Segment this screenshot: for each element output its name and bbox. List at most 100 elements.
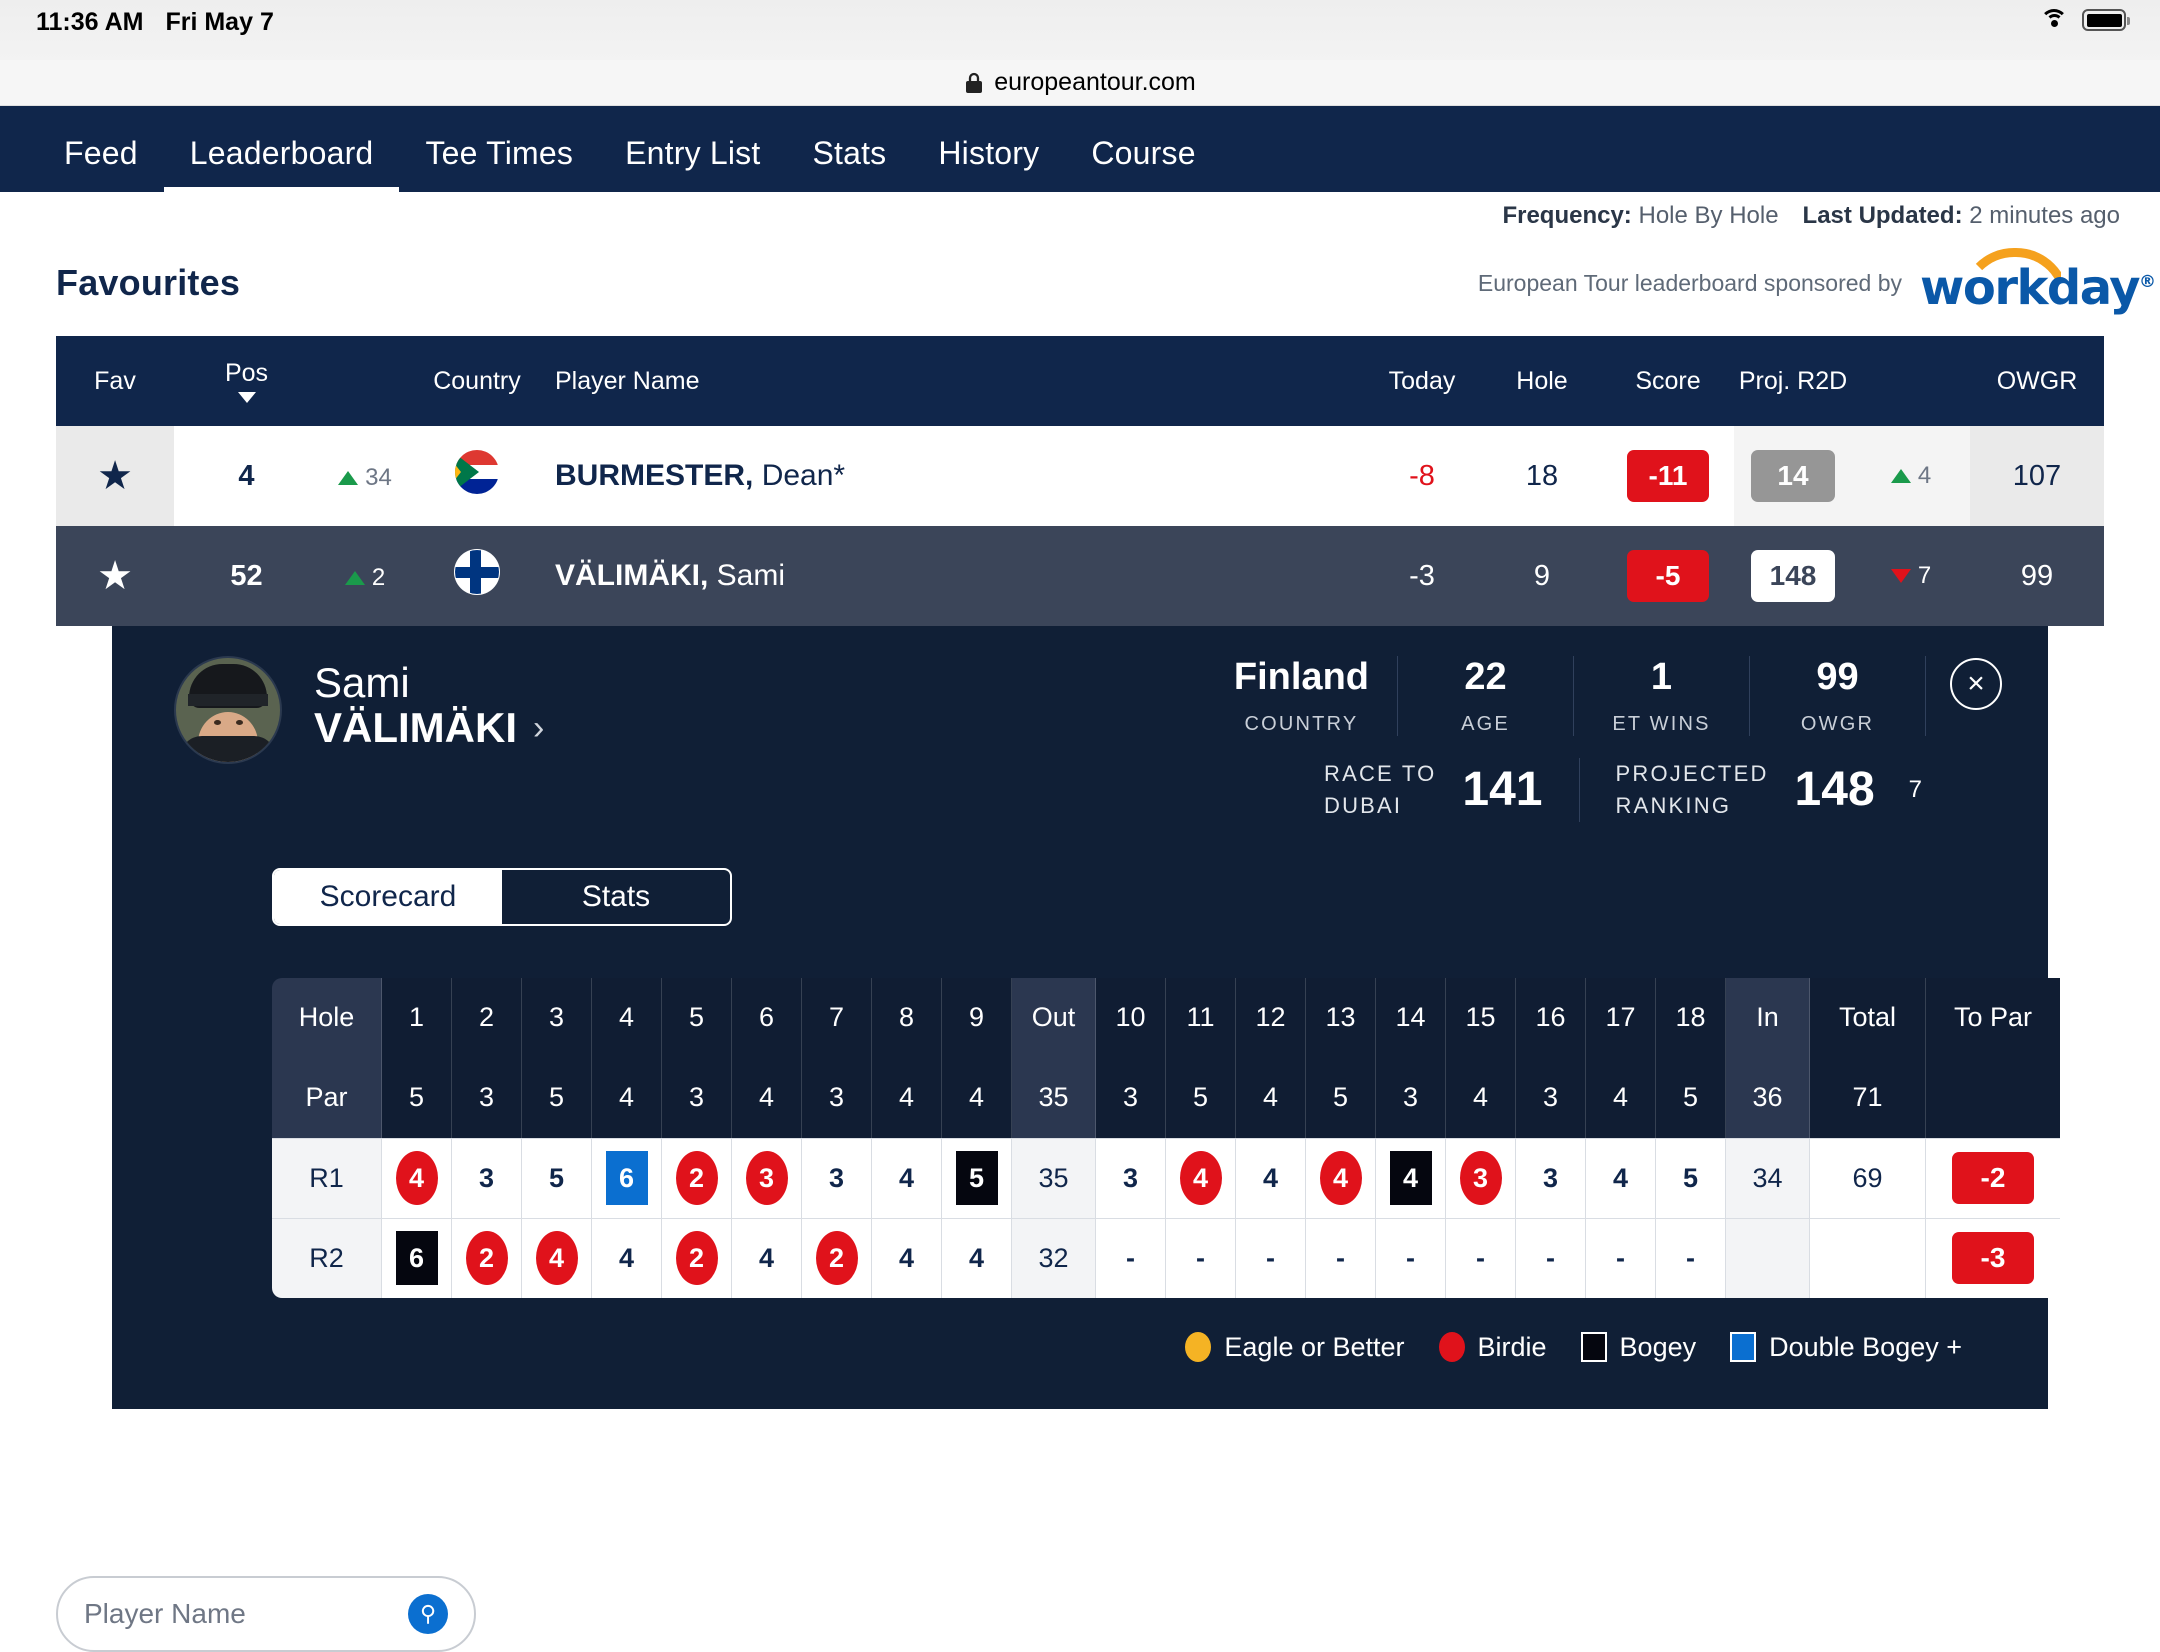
- scorecard-row-label: Par: [272, 1058, 382, 1138]
- r2-hole-4: 4: [592, 1218, 662, 1298]
- r1-total: 69: [1810, 1138, 1926, 1218]
- legend-eagle: Eagle or Better: [1185, 1332, 1404, 1363]
- player-surname: VÄLIMÄKI,: [555, 559, 708, 592]
- hole-4: 4: [592, 978, 662, 1058]
- nav-tab-course[interactable]: Course: [1065, 135, 1221, 192]
- browser-url-bar[interactable]: europeantour.com: [0, 60, 2160, 106]
- hole-13: 13: [1306, 978, 1376, 1058]
- col-header-today: Today: [1362, 367, 1482, 396]
- hole-9: 9: [942, 978, 1012, 1058]
- par-5: 3: [662, 1058, 732, 1138]
- r2-to-par-badge: -3: [1952, 1232, 2034, 1284]
- scorecard-round-row: R1 4 3 5 6 2 3 3 4 5 35 3 4 4 4 4 3 3 4 …: [272, 1138, 2104, 1218]
- avatar: [174, 656, 282, 764]
- hole-10: 10: [1096, 978, 1166, 1058]
- par-10: 3: [1096, 1058, 1166, 1138]
- search-input[interactable]: Player Name: [84, 1598, 246, 1630]
- hole-out: Out: [1012, 978, 1096, 1058]
- player-name[interactable]: VÄLIMÄKI, Sami: [543, 559, 1362, 593]
- workday-logo: workday®: [1920, 252, 2120, 314]
- scorecard-hole-row: Hole 1 2 3 4 5 6 7 8 9 Out 10 11 12 13 1…: [272, 978, 2104, 1058]
- par-out: 35: [1012, 1058, 1096, 1138]
- score-mark-birdie: 2: [816, 1231, 858, 1285]
- par-18: 5: [1656, 1058, 1726, 1138]
- par-7: 3: [802, 1058, 872, 1138]
- par-16: 3: [1516, 1058, 1586, 1138]
- leaderboard-table: Fav Pos Country Player Name Today Hole S…: [56, 336, 2104, 1409]
- r1-hole-17: 4: [1586, 1138, 1656, 1218]
- hole-18: 18: [1656, 978, 1726, 1058]
- r1-out: 35: [1012, 1138, 1096, 1218]
- position-movement-value: 2: [372, 564, 385, 592]
- stat-country-label: COUNTRY: [1234, 713, 1369, 736]
- player-detail-name[interactable]: Sami VÄLIMÄKI ›: [314, 656, 544, 751]
- r2-hole-1: 6: [382, 1218, 452, 1298]
- status-date: Fri May 7: [165, 8, 273, 37]
- hole-in: In: [1726, 978, 1810, 1058]
- stat-country-value: Finland: [1234, 656, 1369, 699]
- player-name[interactable]: BURMESTER, Dean*: [543, 459, 1362, 493]
- hole-8: 8: [872, 978, 942, 1058]
- score-badge: -11: [1627, 450, 1709, 502]
- proj-r2d-badge: 148: [1751, 550, 1835, 602]
- player-ranking-row: RACE TO DUBAI 141 PROJECTED RANKING 148: [1288, 758, 1922, 822]
- owgr-value: 99: [1970, 526, 2104, 626]
- legend-double-bogey: Double Bogey +: [1730, 1332, 1962, 1363]
- legend-double-bogey-label: Double Bogey +: [1769, 1332, 1962, 1363]
- sponsor-block: European Tour leaderboard sponsored by w…: [1478, 252, 2120, 314]
- nav-tab-stats[interactable]: Stats: [786, 135, 912, 192]
- nav-tab-feed[interactable]: Feed: [38, 135, 164, 192]
- par-4: 4: [592, 1058, 662, 1138]
- player-search-box[interactable]: Player Name ⚲: [56, 1576, 476, 1652]
- favourite-toggle[interactable]: ★: [56, 426, 174, 526]
- page-title: Favourites: [56, 262, 240, 304]
- close-icon[interactable]: ×: [1950, 658, 2002, 710]
- country-flag-cell: [411, 449, 543, 503]
- nav-tab-entry-list[interactable]: Entry List: [599, 135, 786, 192]
- par-11: 5: [1166, 1058, 1236, 1138]
- r2-total: [1810, 1218, 1926, 1298]
- stat-et-wins: 1 ET WINS: [1574, 656, 1750, 736]
- chevron-right-icon[interactable]: ›: [533, 710, 544, 747]
- col-header-pos[interactable]: Pos: [174, 359, 319, 403]
- flag-south-africa-icon: [454, 449, 500, 495]
- r2-hole-8: 4: [872, 1218, 942, 1298]
- col-header-hole: Hole: [1482, 367, 1602, 396]
- nav-tab-tee-times[interactable]: Tee Times: [399, 135, 599, 192]
- par-2: 3: [452, 1058, 522, 1138]
- r2-hole-3: 4: [522, 1218, 592, 1298]
- player-surname: BURMESTER,: [555, 459, 753, 492]
- r1-hole-11: 4: [1166, 1138, 1236, 1218]
- table-row[interactable]: ★ 52 2 VÄLIMÄKI, Sami -3 9 -5 148 7 99: [56, 526, 2104, 626]
- race-to-dubai: RACE TO DUBAI 141: [1288, 758, 1580, 822]
- r2-hole-15: -: [1446, 1218, 1516, 1298]
- r1-hole-12: 4: [1236, 1138, 1306, 1218]
- flag-finland-icon: [454, 549, 500, 595]
- par-6: 4: [732, 1058, 802, 1138]
- favourite-toggle[interactable]: ★: [56, 526, 174, 626]
- nav-tab-history[interactable]: History: [912, 135, 1065, 192]
- table-row[interactable]: ★ 4 34 BURMESTER, Dean* -8 18 -11 14 4 1…: [56, 426, 2104, 526]
- score-mark-birdie: 4: [1320, 1151, 1362, 1205]
- triangle-up-icon: [345, 571, 365, 585]
- scorecard-round-row: R2 6 2 4 4 2 4 2 4 4 32 - - - - - - - - …: [272, 1218, 2104, 1298]
- tab-stats[interactable]: Stats: [502, 870, 730, 924]
- owgr-value: 107: [1970, 426, 2104, 526]
- score-mark-empty: -: [1616, 1243, 1625, 1274]
- player-stat-row: Finland COUNTRY 22 AGE 1 ET WINS 99 OWGR: [1206, 656, 2002, 736]
- r2-hole-13: -: [1306, 1218, 1376, 1298]
- r2-hole-17: -: [1586, 1218, 1656, 1298]
- favourites-header: Favourites European Tour leaderboard spo…: [0, 240, 2160, 336]
- score-mark-birdie: 4: [536, 1231, 578, 1285]
- player-position: 4: [174, 460, 319, 493]
- player-first-name: Sami: [314, 660, 544, 705]
- r2-out: 32: [1012, 1218, 1096, 1298]
- tab-scorecard[interactable]: Scorecard: [274, 870, 502, 924]
- nav-tab-leaderboard[interactable]: Leaderboard: [164, 135, 400, 192]
- sponsor-text: European Tour leaderboard sponsored by: [1478, 270, 1902, 297]
- scorecard-table: Hole 1 2 3 4 5 6 7 8 9 Out 10 11 12 13 1…: [272, 978, 2104, 1298]
- eagle-marker-icon: [1185, 1332, 1211, 1362]
- score-mark-par: 3: [1543, 1163, 1558, 1194]
- search-icon[interactable]: ⚲: [408, 1594, 448, 1634]
- star-filled-icon: ★: [97, 456, 133, 496]
